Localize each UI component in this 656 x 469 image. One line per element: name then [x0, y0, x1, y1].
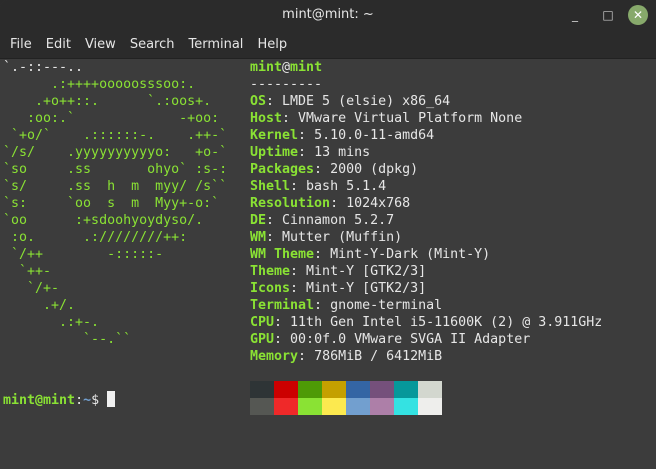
info-value: bash 5.1.4: [306, 179, 387, 194]
info-key: Packages: [250, 162, 315, 177]
palette-swatch: [370, 398, 394, 415]
info-value: Mint-Y [GTK2/3]: [306, 281, 427, 296]
info-key: GPU: [250, 332, 275, 347]
info-key: OS: [250, 94, 267, 109]
menu-view[interactable]: View: [79, 37, 124, 52]
info-at: @: [282, 60, 291, 75]
ascii-logo-line: .:+-.: [3, 315, 100, 330]
prompt-path: ~: [83, 393, 92, 408]
info-key: WM: [250, 230, 267, 245]
info-key: Resolution: [250, 196, 331, 211]
info-separator: ---------: [250, 77, 323, 92]
info-value: 786MiB / 6412MiB: [314, 349, 443, 364]
menu-bar: File Edit View Search Terminal Help: [0, 30, 656, 59]
menu-edit[interactable]: Edit: [40, 37, 79, 52]
info-value: 11th Gen Intel i5-11600K (2) @ 3.911GHz: [290, 315, 603, 330]
palette-swatch: [418, 381, 442, 398]
minimize-button[interactable]: _: [565, 5, 585, 25]
info-value: VMware Virtual Platform None: [298, 111, 523, 126]
ascii-logo-line: :o. .:////////++:: [3, 230, 188, 245]
prompt-sep: :: [75, 393, 84, 408]
shell-prompt[interactable]: mint@mint:~$: [3, 391, 116, 409]
ascii-logo-line: `--.``: [3, 332, 132, 347]
info-value: Mint-Y-Dark (Mint-Y): [330, 247, 491, 262]
palette-swatch: [394, 398, 418, 415]
info-key: WM Theme: [250, 247, 315, 262]
palette-swatch: [298, 398, 322, 415]
info-value: 2000 (dpkg): [330, 162, 419, 177]
info-key: Terminal: [250, 298, 315, 313]
info-value: Cinnamon 5.2.7: [282, 213, 395, 228]
ascii-logo-line: .+o++::. `.:oos+.: [3, 94, 212, 109]
info-key: Shell: [250, 179, 291, 194]
info-value: 5.10.0-11-amd64: [314, 128, 435, 143]
ascii-logo-line: `++-: [3, 264, 52, 279]
info-key: Icons: [250, 281, 291, 296]
palette-swatch: [250, 381, 274, 398]
info-key: Uptime: [250, 145, 299, 160]
palette-swatch: [250, 398, 274, 415]
info-value: 1024x768: [346, 196, 411, 211]
prompt-user: mint@mint: [3, 393, 76, 408]
terminal-window: mint@mint: ~ _ □ ✕ File Edit View Search…: [0, 0, 656, 469]
info-key: Theme: [250, 264, 291, 279]
info-value: 13 mins: [314, 145, 371, 160]
palette-swatch: [274, 381, 298, 398]
ascii-logo-line: `/s/ .yyyyyyyyyyo: +o-`: [3, 145, 228, 160]
palette-swatch: [322, 381, 346, 398]
info-key: Host: [250, 111, 283, 126]
ascii-logo-line: `so .ss ohyo` :s-:: [3, 162, 228, 177]
color-palette: [250, 381, 442, 415]
ascii-logo-line: :oo:.` -+oo:: [3, 111, 220, 126]
title-bar[interactable]: mint@mint: ~ _ □ ✕: [0, 0, 656, 30]
close-button[interactable]: ✕: [628, 5, 648, 25]
info-value: gnome-terminal: [330, 298, 443, 313]
palette-swatch: [322, 398, 346, 415]
cursor: [107, 391, 116, 407]
palette-swatch: [370, 381, 394, 398]
ascii-logo-line: `+o/` .::::::-. .++-`: [3, 128, 228, 143]
palette-swatch: [346, 381, 370, 398]
ascii-logo-line: `s/ .ss h m myy/ /s``: [3, 179, 228, 194]
info-host: mint: [290, 60, 323, 75]
info-value: Mutter (Muffin): [282, 230, 403, 245]
ascii-logo-line: .+/.: [3, 298, 76, 313]
menu-search[interactable]: Search: [124, 37, 183, 52]
system-info: mint@mint --------- OS: LMDE 5 (elsie) x…: [250, 60, 603, 364]
ascii-logo-line: `/+-: [3, 281, 60, 296]
prompt-symbol: $: [91, 393, 108, 408]
info-key: DE: [250, 213, 267, 228]
palette-swatch: [418, 398, 442, 415]
palette-swatch: [298, 381, 322, 398]
ascii-logo-line: `oo :+sdoohyoydyso/.: [3, 213, 204, 228]
info-key: Kernel: [250, 128, 299, 143]
palette-swatch: [274, 398, 298, 415]
palette-swatch: [346, 398, 370, 415]
info-value: LMDE 5 (elsie) x86_64: [282, 94, 451, 109]
ascii-logo: `.-::---.. .:++++ooooosssoo:. .+o++::. `…: [3, 59, 227, 348]
ascii-logo-line: .:++++ooooosssoo:.: [3, 77, 196, 92]
palette-swatch: [394, 381, 418, 398]
ascii-logo-line: `/++ -:::::-: [3, 247, 164, 262]
menu-help[interactable]: Help: [251, 37, 295, 52]
ascii-logo-line: `s: `oo s m Myy+-o:`: [3, 196, 220, 211]
info-value: Mint-Y [GTK2/3]: [306, 264, 427, 279]
info-user: mint: [250, 60, 283, 75]
info-key: Memory: [250, 349, 299, 364]
maximize-button[interactable]: □: [598, 5, 618, 25]
ascii-logo-line: `.-::---..: [3, 60, 84, 75]
info-value: 00:0f.0 VMware SVGA II Adapter: [290, 332, 531, 347]
info-key: CPU: [250, 315, 275, 330]
window-title: mint@mint: ~: [282, 7, 374, 22]
menu-file[interactable]: File: [4, 37, 40, 52]
menu-terminal[interactable]: Terminal: [182, 37, 251, 52]
